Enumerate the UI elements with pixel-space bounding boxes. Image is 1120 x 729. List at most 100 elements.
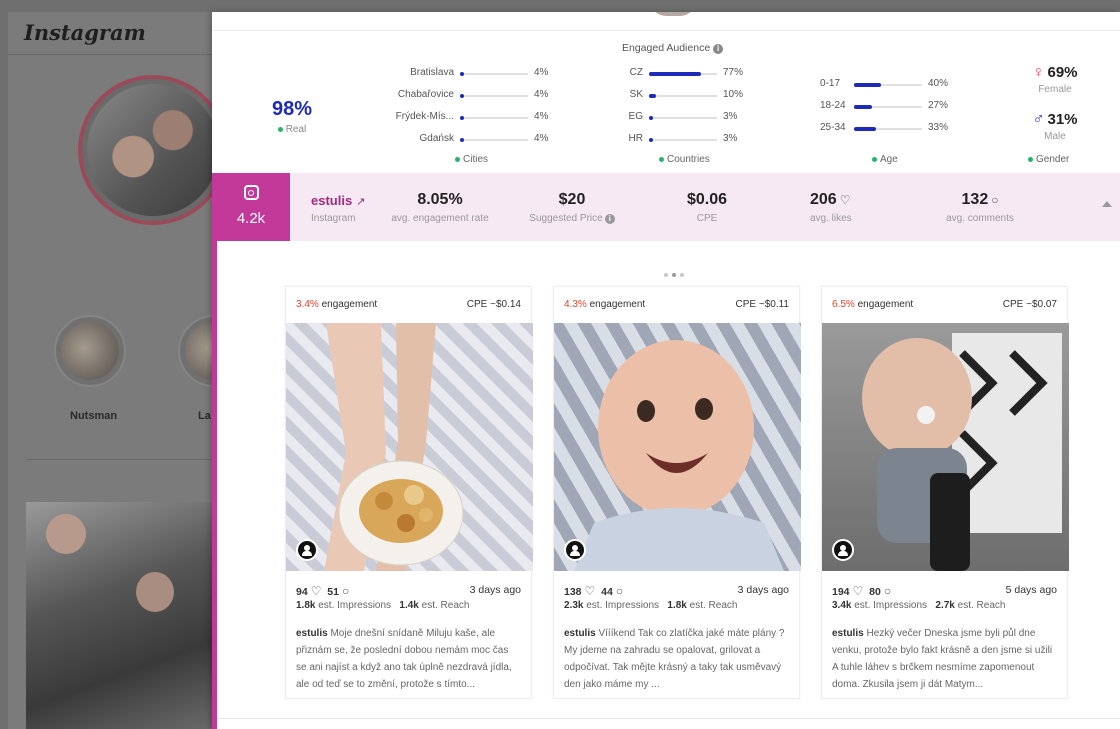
info-icon[interactable]: i — [604, 214, 615, 224]
post-reach: 1.4k — [399, 600, 419, 611]
post-reach: 1.8k — [667, 600, 687, 611]
country-name: HR — [628, 133, 643, 144]
real-audience: 98% Real — [252, 98, 332, 135]
gender-label: Gender — [1028, 154, 1069, 165]
post-cpe: CPE ~$0.14 — [466, 299, 521, 310]
profile-thumbnail — [650, 12, 696, 16]
engagement-rate-stat: 8.05% avg. engagement rate — [380, 191, 500, 224]
carousel-dots[interactable] — [662, 264, 686, 282]
gender-male: ♂ 31% Male — [1020, 111, 1090, 142]
age-name: 0-17 — [820, 78, 841, 89]
age-name: 18-24 — [820, 100, 846, 111]
follower-count: 4.2k — [236, 210, 266, 227]
engagement-word: engagement — [589, 299, 646, 310]
engagement-word: engagement — [857, 299, 914, 310]
reach-label: est. Reach — [421, 600, 470, 611]
user-icon — [564, 539, 586, 561]
cpe-stat: $0.06 CPE — [657, 191, 757, 224]
post-caption: estulis Hezký večer Dneska jsme byli půl… — [832, 625, 1057, 693]
bar-track — [460, 73, 528, 75]
story-highlight[interactable] — [54, 315, 126, 387]
caption-author[interactable]: estulis — [832, 628, 864, 639]
post-comments: 44 — [601, 586, 613, 598]
post-age: 3 days ago — [469, 584, 521, 596]
stats-bar: 4.2k estulis ↗ Instagram 8.05% avg. engag… — [212, 173, 1120, 241]
post-comments: 80 — [869, 586, 881, 598]
avg-comments-value: 132 — [961, 191, 989, 208]
country-pct: 3% — [723, 111, 738, 122]
real-label-wrap: Real — [252, 124, 332, 135]
post-impressions: 1.8k — [296, 600, 316, 611]
reach-label: est. Reach — [957, 600, 1006, 611]
impressions-label: est. Impressions — [318, 600, 392, 611]
carousel-dot[interactable] — [664, 273, 668, 277]
age-label: Age — [872, 154, 898, 165]
gender-label-text: Gender — [1036, 154, 1070, 165]
bar-track — [460, 95, 528, 97]
bar-fill — [460, 72, 464, 76]
accent-bar — [212, 240, 217, 729]
post-cpe: CPE ~$0.07 — [1002, 299, 1057, 310]
bar-fill — [460, 94, 464, 98]
profile-post-image[interactable] — [26, 502, 218, 729]
bar-fill — [854, 127, 876, 131]
info-icon[interactable]: i — [713, 44, 724, 54]
age-pct: 33% — [928, 122, 949, 133]
profile-avatar — [78, 75, 218, 225]
carousel-dot[interactable] — [672, 273, 676, 277]
collapse-chevron-icon[interactable] — [1102, 201, 1112, 207]
post-card[interactable]: 3.4% engagement CPE ~$0.14 94 ♡ 51 ○ 3 days … — [285, 286, 533, 699]
user-icon — [832, 539, 854, 561]
impressions-label: est. Impressions — [854, 600, 928, 611]
country-name: SK — [629, 89, 643, 100]
age-name: 25-34 — [820, 122, 846, 133]
comment-icon: ○ — [341, 584, 350, 598]
highlight-label: La — [198, 410, 211, 422]
influencer-detail-panel: Engaged Audience i 98% Real Bratislava 4% … — [212, 12, 1120, 729]
female-label: Female — [1038, 84, 1072, 95]
instagram-badge[interactable]: 4.2k — [212, 173, 290, 241]
city-pct: 4% — [534, 67, 549, 78]
male-icon: ♂ — [1032, 111, 1045, 128]
bar-track — [649, 95, 717, 97]
city-name: Frýdek-Mís... — [395, 111, 454, 122]
male-value: 31% — [1047, 111, 1078, 128]
male-label: Male — [1044, 131, 1066, 142]
post-image[interactable] — [822, 323, 1069, 571]
bar-track — [649, 117, 717, 119]
bar-fill — [649, 138, 653, 142]
post-caption: estulis Víííkend Tak co zlatíčka jaké má… — [564, 625, 789, 693]
engagement-pct: 6.5% — [832, 299, 855, 310]
city-pct: 4% — [534, 133, 549, 144]
engagement-pct: 3.4% — [296, 299, 319, 310]
post-impressions: 2.3k — [564, 600, 584, 611]
post-reach: 2.7k — [935, 600, 955, 611]
bar-fill — [649, 94, 656, 98]
engagement-rate-label: avg. engagement rate — [391, 213, 489, 224]
country-pct: 10% — [723, 89, 744, 100]
bar-fill — [854, 83, 881, 87]
female-value: 69% — [1047, 64, 1078, 81]
post-image[interactable] — [286, 323, 533, 571]
instagram-icon — [243, 185, 259, 200]
city-pct: 4% — [534, 89, 549, 100]
handle-link[interactable]: estulis — [311, 193, 352, 208]
post-card[interactable]: 4.3% engagement CPE ~$0.11 138 ♡ 44 ○ 3 days… — [553, 286, 801, 699]
engaged-audience-title: Engaged Audience i — [622, 42, 724, 54]
post-image[interactable] — [554, 323, 801, 571]
post-card[interactable]: 6.5% engagement CPE ~$0.07 194 ♡ 80 ○ 5 days… — [821, 286, 1069, 699]
bar-fill — [460, 138, 464, 142]
caption-author[interactable]: estulis — [564, 628, 596, 639]
heart-icon: ♡ — [310, 584, 322, 598]
city-pct: 4% — [534, 111, 549, 122]
external-link-icon[interactable]: ↗ — [356, 196, 365, 208]
countries-label: Countries — [659, 154, 710, 165]
gender-female: ♀ 69% Female — [1020, 64, 1090, 95]
reach-label: est. Reach — [689, 600, 738, 611]
carousel-dot[interactable] — [680, 273, 684, 277]
cities-label: Cities — [455, 154, 488, 165]
post-comments: 51 — [327, 586, 339, 598]
caption-author[interactable]: estulis — [296, 628, 328, 639]
country-name: CZ — [629, 67, 643, 78]
heart-icon: ♡ — [584, 584, 596, 598]
